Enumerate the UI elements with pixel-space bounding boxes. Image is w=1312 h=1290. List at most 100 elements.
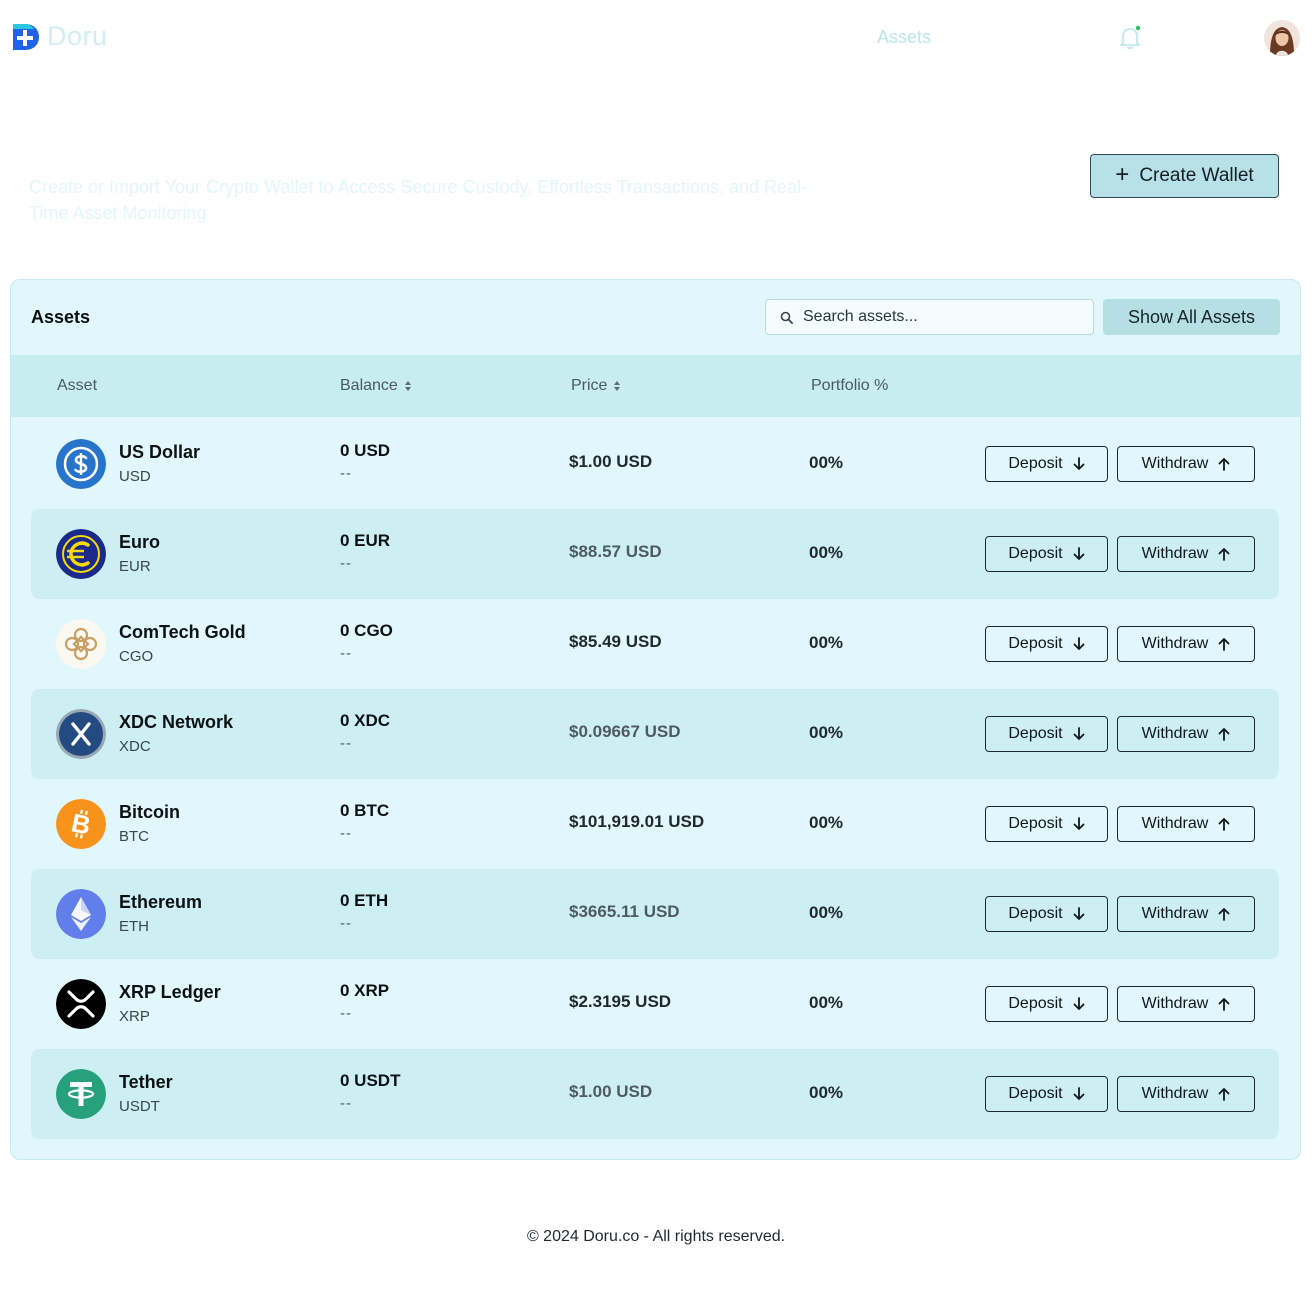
asset-portfolio-percent: 00% (809, 903, 844, 922)
deposit-button[interactable]: Deposit (985, 896, 1108, 932)
column-header-portfolio: Portfolio % (811, 377, 888, 395)
withdraw-label: Withdraw (1141, 635, 1209, 652)
brand-logo[interactable]: Doru (11, 21, 108, 52)
table-header: Asset Balance Price Portfolio % (11, 355, 1300, 417)
deposit-label: Deposit (1008, 815, 1063, 832)
table-row[interactable]: XDC Network XDC 0 XDC -- $0.09667 USD 00… (31, 689, 1279, 779)
top-navigation-bar: Doru Assets (0, 0, 1312, 76)
deposit-label: Deposit (1008, 905, 1063, 922)
table-row[interactable]: XRP Ledger XRP 0 XRP -- $2.3195 USD 00% … (31, 959, 1279, 1049)
deposit-button[interactable]: Deposit (985, 1076, 1108, 1112)
sort-icon[interactable] (404, 380, 412, 392)
user-avatar[interactable] (1264, 20, 1300, 56)
table-row[interactable]: Euro EUR 0 EUR -- $88.57 USD 00% Deposit… (31, 509, 1279, 599)
search-input[interactable] (803, 308, 1083, 326)
deposit-button[interactable]: Deposit (985, 536, 1108, 572)
asset-name: Tether (119, 1072, 173, 1092)
asset-symbol: USD (119, 468, 151, 485)
asset-name: Ethereum (119, 892, 203, 912)
arrow-up-icon (1218, 1088, 1230, 1101)
withdraw-button[interactable]: Withdraw (1117, 626, 1255, 662)
column-header-price[interactable]: Price (571, 377, 621, 395)
withdraw-label: Withdraw (1141, 815, 1209, 832)
deposit-label: Deposit (1008, 455, 1063, 472)
deposit-button[interactable]: Deposit (985, 446, 1108, 482)
asset-balance: 0 USDT (340, 1071, 401, 1090)
plus-icon: + (1115, 161, 1130, 188)
arrow-down-icon (1073, 817, 1085, 830)
asset-balance-value: -- (340, 825, 352, 842)
arrow-down-icon (1073, 547, 1085, 560)
search-box[interactable] (765, 299, 1094, 335)
asset-price: $1.00 USD (569, 452, 653, 471)
column-label-asset: Asset (57, 377, 98, 394)
table-row[interactable]: ComTech Gold CGO 0 CGO -- $85.49 USD 00%… (31, 599, 1279, 689)
withdraw-label: Withdraw (1141, 905, 1209, 922)
column-label-portfolio: Portfolio % (811, 377, 889, 394)
asset-portfolio-percent: 00% (809, 633, 844, 652)
comtech-gold-icon (56, 619, 106, 669)
tether-icon (56, 1069, 106, 1119)
table-row[interactable]: Ethereum ETH 0 ETH -- $3665.11 USD 00% D… (31, 869, 1279, 959)
table-row[interactable]: B Bitcoin BTC 0 BTC -- $101,919.01 USD 0… (31, 779, 1279, 869)
asset-balance-value: -- (340, 555, 352, 572)
asset-price: $2.3195 USD (569, 992, 672, 1011)
column-label-price: Price (571, 377, 608, 394)
asset-price: $3665.11 USD (569, 902, 680, 921)
withdraw-button[interactable]: Withdraw (1117, 1076, 1255, 1112)
asset-symbol: EUR (119, 558, 151, 575)
arrow-up-icon (1218, 638, 1230, 651)
hero-description: Create or Import Your Crypto Wallet to A… (29, 177, 808, 223)
usd-coin-icon (56, 439, 106, 489)
asset-price: $0.09667 USD (569, 722, 681, 741)
withdraw-button[interactable]: Withdraw (1117, 536, 1255, 572)
withdraw-label: Withdraw (1141, 1085, 1209, 1102)
table-row[interactable]: Tether USDT 0 USDT -- $1.00 USD 00% Depo… (31, 1049, 1279, 1139)
create-wallet-button[interactable]: + Create Wallet (1090, 154, 1279, 198)
asset-symbol: XRP (119, 1008, 150, 1025)
deposit-button[interactable]: Deposit (985, 806, 1108, 842)
arrow-down-icon (1073, 727, 1085, 740)
deposit-label: Deposit (1008, 725, 1063, 742)
column-header-balance[interactable]: Balance (340, 377, 412, 395)
asset-balance-value: -- (340, 1095, 352, 1112)
asset-balance-value: -- (340, 465, 352, 482)
deposit-label: Deposit (1008, 545, 1063, 562)
withdraw-button[interactable]: Withdraw (1117, 986, 1255, 1022)
asset-balance-value: -- (340, 1005, 352, 1022)
arrow-down-icon (1073, 637, 1085, 650)
doru-logo-icon (13, 23, 39, 50)
withdraw-button[interactable]: Withdraw (1117, 806, 1255, 842)
asset-name: XDC Network (119, 712, 234, 732)
arrow-down-icon (1073, 907, 1085, 920)
show-all-assets-button[interactable]: Show All Assets (1103, 299, 1280, 335)
notification-bell-icon[interactable] (1116, 24, 1144, 52)
withdraw-button[interactable]: Withdraw (1117, 716, 1255, 752)
euro-coin-icon (56, 529, 106, 579)
withdraw-label: Withdraw (1141, 455, 1209, 472)
deposit-button[interactable]: Deposit (985, 716, 1108, 752)
nav-link-assets[interactable]: Assets (877, 27, 931, 48)
deposit-label: Deposit (1008, 995, 1063, 1012)
table-row[interactable]: US Dollar USD 0 USD -- $1.00 USD 00% Dep… (31, 419, 1279, 509)
withdraw-button[interactable]: Withdraw (1117, 446, 1255, 482)
assets-panel-title: Assets (31, 307, 91, 327)
asset-symbol: CGO (119, 648, 154, 665)
bitcoin-icon: B (56, 799, 106, 849)
asset-name: US Dollar (119, 442, 201, 462)
arrow-up-icon (1218, 728, 1230, 741)
asset-balance-value: -- (340, 645, 352, 662)
asset-balance: 0 XDC (340, 711, 391, 730)
withdraw-button[interactable]: Withdraw (1117, 896, 1255, 932)
deposit-button[interactable]: Deposit (985, 626, 1108, 662)
arrow-up-icon (1218, 818, 1230, 831)
deposit-button[interactable]: Deposit (985, 986, 1108, 1022)
column-label-balance: Balance (340, 377, 398, 394)
arrow-up-icon (1218, 548, 1230, 561)
asset-portfolio-percent: 00% (809, 813, 844, 832)
asset-balance-value: -- (340, 735, 352, 752)
asset-balance: 0 CGO (340, 621, 393, 640)
sort-icon[interactable] (613, 380, 621, 392)
asset-balance: 0 USD (340, 441, 391, 460)
withdraw-label: Withdraw (1141, 545, 1209, 562)
